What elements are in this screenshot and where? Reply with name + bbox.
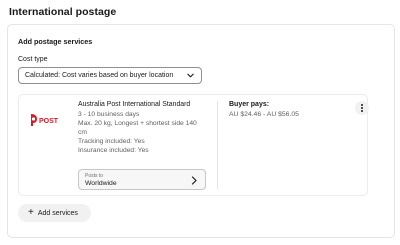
chevron-down-icon	[187, 73, 194, 78]
australia-post-logo: POST	[31, 114, 59, 126]
svg-text:POST: POST	[39, 118, 59, 125]
postage-panel: Add postage services Cost type Calculate…	[7, 24, 395, 238]
service-card: POST Australia Post International Standa…	[18, 94, 369, 196]
page-title: International postage	[9, 6, 117, 18]
service-insurance: Insurance included: Yes	[78, 147, 149, 154]
posts-to-value: Worldwide	[85, 180, 117, 187]
service-name: Australia Post International Standard	[78, 101, 191, 108]
add-services-button[interactable]: + Add services	[18, 204, 91, 222]
service-tracking: Tracking included: Yes	[78, 138, 145, 145]
plus-icon: +	[28, 207, 34, 218]
add-services-label: Add services	[37, 209, 78, 217]
buyer-pays-label: Buyer pays:	[229, 101, 270, 108]
card-divider	[217, 101, 218, 189]
posts-to-label: Posts to	[85, 173, 104, 179]
cost-type-label: Cost type	[18, 56, 48, 63]
service-max-size: Max. 20 kg, Longest + shortest side 140	[78, 120, 197, 127]
cost-type-value: Calculated: Cost varies based on buyer l…	[25, 72, 174, 79]
service-delivery-time: 3 - 10 business days	[78, 111, 140, 118]
chevron-right-icon	[191, 176, 197, 185]
more-vertical-icon	[361, 103, 363, 113]
posts-to-selector[interactable]: Posts to Worldwide	[78, 169, 206, 190]
service-max-size-unit: cm	[78, 129, 87, 136]
section-title: Add postage services	[18, 37, 93, 46]
more-options-button[interactable]	[355, 101, 369, 115]
cost-type-select[interactable]: Calculated: Cost varies based on buyer l…	[18, 67, 202, 84]
buyer-pays-value: AU $24.46 - AU $56.05	[229, 111, 299, 118]
